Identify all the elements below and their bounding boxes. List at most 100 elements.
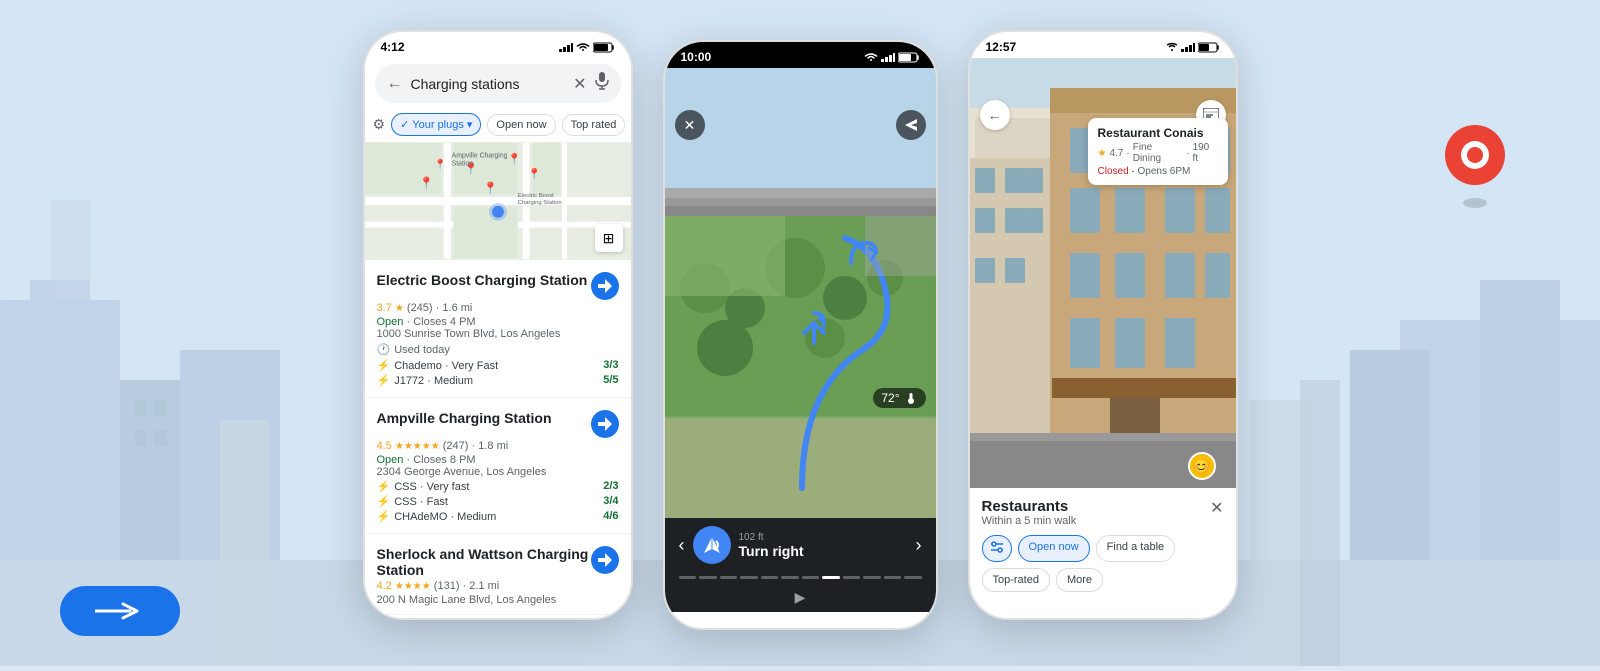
progress-5: [761, 576, 779, 579]
nav-progress-bar: [665, 572, 936, 587]
direction-button[interactable]: [693, 526, 731, 564]
result-3-nav-btn[interactable]: [591, 546, 619, 574]
result-1-closes: Closes 4 PM: [413, 316, 475, 328]
result-1-meta: 3.7 ★ (245) · 1.6 mi: [377, 302, 619, 314]
panel-chip-open-now-label: Open now: [1029, 541, 1079, 553]
nav-direction: 102 ft Turn right: [693, 526, 908, 564]
status-icons-1: [559, 42, 615, 53]
turn-arrow-1: [789, 303, 839, 358]
svg-text:📍: 📍: [419, 176, 434, 190]
filter-open-now[interactable]: Open now: [487, 114, 555, 136]
result-1-reviews: (245): [407, 302, 433, 314]
wifi-icon-3: [1166, 42, 1178, 52]
result-1-used: 🕐 Used today: [377, 343, 619, 356]
result-1-address: Open · Closes 4 PM: [377, 316, 619, 328]
result-ampville[interactable]: Ampville Charging Station 4.5 ★★★★★ (247…: [365, 398, 631, 534]
direction-info: 102 ft Turn right: [739, 532, 804, 559]
search-action-icons: ✕: [573, 72, 608, 95]
info-card[interactable]: Restaurant Conais ★ 4.7 · Fine Dining · …: [1088, 118, 1228, 185]
panel-chips: Open now Find a table Top-rated More: [982, 535, 1224, 592]
progress-9: [843, 576, 861, 579]
svg-text:Charging Station: Charging Station: [517, 200, 561, 206]
panel-chip-more-label: More: [1067, 574, 1092, 586]
street-view[interactable]: ← Restaurant Conais ★ 4.7 · Fine Dining: [970, 58, 1236, 488]
filter-bar-1: ⚙ ✓ Your plugs ▾ Open now Top rated: [365, 109, 631, 142]
panel-title-area: Restaurants Within a 5 min walk: [982, 498, 1077, 527]
nav-instruction: Turn right: [739, 543, 804, 559]
nav-prev-button[interactable]: ‹: [679, 535, 685, 556]
panel-chip-open-now[interactable]: Open now: [1018, 535, 1090, 562]
result-2-reviews: (247): [443, 440, 469, 452]
charger-row-1-2: ⚡ J1772 · Medium 5/5: [377, 374, 619, 387]
map-svg: 📍 📍 📍 📍 📍 📍 Ampville Charging Station El…: [365, 142, 631, 260]
result-2-nav-btn[interactable]: [591, 410, 619, 438]
back-button-1[interactable]: ←: [387, 75, 403, 93]
search-query-1: Charging stations: [411, 76, 566, 92]
status-icons-2: [864, 52, 920, 63]
result-3-rating: 4.2: [377, 580, 392, 592]
progress-4: [740, 576, 758, 579]
panel-chip-more[interactable]: More: [1056, 568, 1103, 592]
info-card-name: Restaurant Conais: [1098, 126, 1218, 140]
filter-top-rated[interactable]: Top rated: [562, 114, 626, 136]
filter-sliders-icon[interactable]: ⚙: [373, 116, 386, 133]
panel-title: Restaurants: [982, 498, 1077, 515]
search-bar-1[interactable]: ← Charging stations ✕: [375, 64, 621, 103]
phone-restaurant: 12:57: [968, 30, 1238, 620]
clear-icon[interactable]: ✕: [573, 74, 586, 94]
charger-type-2-2: CSS · Fast: [394, 496, 448, 508]
result-electric-boost[interactable]: Electric Boost Charging Station 3.7 ★ (2…: [365, 260, 631, 398]
nav-next-button[interactable]: ›: [916, 535, 922, 556]
filter-your-plugs[interactable]: ✓ Your plugs ▾: [391, 113, 481, 136]
mic-icon[interactable]: [595, 72, 609, 95]
panel-chip-top-rated[interactable]: Top-rated: [982, 568, 1050, 592]
back-button-3[interactable]: ←: [980, 100, 1010, 130]
charger-left-1-1: ⚡ Chademo · Very Fast: [377, 359, 499, 372]
result-2-name: Ampville Charging Station: [377, 410, 591, 426]
nav-close-button[interactable]: ✕: [675, 110, 705, 140]
result-3-stars: ★★★★: [395, 581, 431, 592]
nav-bottom-area: ▶: [665, 587, 936, 612]
svg-text:📍: 📍: [507, 153, 520, 166]
progress-10: [863, 576, 881, 579]
bolt-icon-2-2: ⚡: [377, 495, 391, 508]
temperature-badge: 72°: [873, 388, 925, 408]
filter-dropdown-icon: ▾: [467, 118, 473, 131]
panel-chip-find-table-label: Find a table: [1107, 541, 1164, 553]
nav-map[interactable]: ✕ 72°: [665, 68, 936, 518]
panel-close-button[interactable]: ✕: [1210, 498, 1223, 518]
panel-chip-sliders[interactable]: [982, 535, 1012, 562]
svg-text:Ampville Charging: Ampville Charging: [451, 153, 507, 160]
map-area-1[interactable]: 📍 📍 📍 📍 📍 📍 Ampville Charging Station El…: [365, 142, 631, 260]
result-sherlock[interactable]: Sherlock and Wattson Charging Station 4.…: [365, 534, 631, 615]
svg-text:Station: Station: [451, 161, 473, 168]
nav-distance: 102 ft: [739, 532, 804, 543]
result-1-name: Electric Boost Charging Station: [377, 272, 591, 288]
result-2-status: Open: [377, 454, 404, 466]
info-card-rating: 4.7: [1109, 148, 1123, 159]
time-2: 10:00: [681, 50, 712, 64]
user-avatar: 😊: [1188, 452, 1216, 480]
progress-6: [781, 576, 799, 579]
nav-share-button[interactable]: [896, 110, 926, 140]
result-3-distance: 2.1 mi: [469, 580, 499, 592]
info-card-closed: Closed: [1098, 166, 1129, 177]
time-3: 12:57: [986, 40, 1017, 54]
result-1-nav-btn[interactable]: [591, 272, 619, 300]
signal-icon: [559, 42, 573, 52]
bolt-icon-2-1: ⚡: [377, 480, 391, 493]
play-button[interactable]: ▶: [795, 589, 806, 606]
result-2-meta: 4.5 ★★★★★ (247) · 1.8 mi: [377, 440, 619, 452]
aerial-svg: [665, 68, 936, 518]
progress-12: [904, 576, 922, 579]
charger-left-1-2: ⚡ J1772 · Medium: [377, 374, 474, 387]
charger-avail-2-1: 2/3: [603, 480, 618, 493]
map-layers-button[interactable]: ⊞: [595, 224, 623, 252]
svg-text:📍: 📍: [527, 167, 540, 180]
result-2-addr-text: 2304 George Avenue, Los Angeles: [377, 466, 619, 478]
charger-avail-2-2: 3/4: [603, 495, 618, 508]
phone-navigation: 10:00: [663, 40, 938, 630]
panel-chip-find-table[interactable]: Find a table: [1096, 535, 1175, 562]
result-1-rating: 3.7: [377, 302, 392, 314]
result-2-distance: 1.8 mi: [478, 440, 508, 452]
